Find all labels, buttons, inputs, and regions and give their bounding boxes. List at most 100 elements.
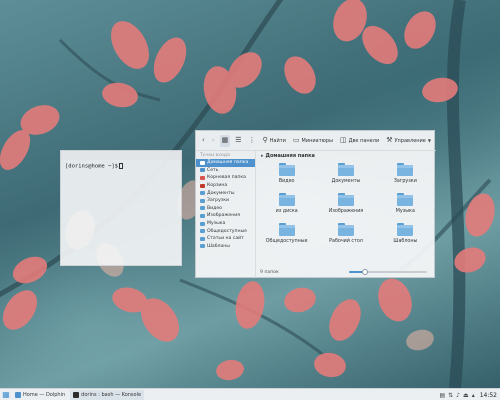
find-label: Найти [269,137,286,144]
folder-icon [200,236,205,241]
sidebar-item-label: Видео [207,205,222,211]
sidebar-item[interactable]: Изображения [196,212,255,220]
sidebar-item-label: Статьи на сайт [207,236,244,242]
tools-icon: ⚒ [386,136,393,144]
clipboard-icon[interactable]: ▤ [439,392,445,399]
folder-icon [200,198,205,203]
folder-item[interactable]: Документы [316,163,375,184]
sidebar-item-label: Изображения [207,213,240,219]
compact-view-button[interactable]: ☰ [233,135,243,147]
chevron-down-icon: ▼ [427,137,431,143]
status-bar: 9 папок [257,266,435,278]
thumbnails-button[interactable]: ▭ Миниатюры [291,135,335,147]
zoom-slider-handle[interactable] [361,269,368,275]
volume-icon[interactable]: ♪ [456,392,460,399]
folder-icon [397,193,414,206]
folder-item[interactable]: Музыка [376,193,435,214]
folder-icon [200,213,205,218]
folder-item[interactable]: Рабочий стол [316,223,375,244]
places-sidebar: Точки входа Домашняя папка Сеть Корневая п… [196,151,256,278]
file-manager-toolbar: ‹ › ▦ ☰ ⋮ ⚲ Найти ▭ Миниатюры ◫ Две панели … [196,131,436,151]
folder-label: Изображения [328,209,364,214]
tree-view-icon: ⋮ [248,136,256,144]
terminal-prompt: [dorins@home ~]$ [65,163,118,170]
sidebar-item[interactable]: Статьи на сайт [196,235,255,243]
folder-icon [200,183,205,188]
folder-icon [200,229,205,234]
folder-icon [278,163,295,176]
sidebar-item-label: Загрузки [207,198,230,204]
folder-icon [200,168,205,173]
task-list: Home — Dolphin dorins : bash — Konsole [12,389,146,400]
details-view-button[interactable]: ⋮ [247,135,258,147]
folder-label: из диска [275,209,298,214]
taskbar-task-label: dorins : bash — Konsole [81,391,142,398]
folder-icon [278,223,295,236]
forward-button[interactable]: › [210,135,217,147]
sidebar-item[interactable]: Музыка [196,220,255,228]
find-button[interactable]: ⚲ Найти [261,135,288,147]
folder-item[interactable]: Шаблоны [376,223,435,244]
split-button[interactable]: ◫ Две панели [338,135,381,147]
taskbar-task[interactable]: dorins : bash — Konsole [70,389,145,400]
breadcrumb[interactable]: ▸ Домашняя папка [257,151,435,161]
taskbar-task[interactable]: Home — Dolphin [12,390,68,400]
network-icon[interactable]: ⇅ [448,392,453,399]
sidebar-item[interactable]: Документы [196,189,255,197]
sidebar-item-label: Документы [207,190,235,196]
folder-item[interactable]: Видео [257,163,316,184]
terminal-window[interactable]: [dorins@home ~]$ [60,150,182,266]
file-manager-window[interactable]: ‹ › ▦ ☰ ⋮ ⚲ Найти ▭ Миниатюры ◫ Две панели … [195,130,436,278]
launcher-icon: ▦ [2,390,10,399]
system-tray: ▤ ⇅ ♪ ⏏ ▴ 14:52 [439,389,497,400]
taskbar: ▦ Home — Dolphin dorins : bash — Konsole … [0,388,500,400]
folder-label: Загрузки [393,179,417,184]
search-icon: ⚲ [262,136,268,144]
places-header: Точки входа [200,153,230,158]
folder-icon [337,163,354,176]
taskbar-task-label: Home — Dolphin [23,391,66,398]
breadcrumb-current[interactable]: Домашняя папка [266,153,315,159]
back-button[interactable]: ‹ [200,135,207,147]
sidebar-item[interactable]: Общедоступные [196,227,255,235]
manage-label: Управление [394,137,426,144]
sidebar-item-label: Сеть [207,167,219,173]
sidebar-item[interactable]: Домашняя папка [196,159,255,167]
folder-item[interactable]: Изображения [316,193,375,214]
folder-icon [278,193,295,206]
sidebar-item[interactable]: Видео [196,205,255,213]
folder-icon [337,193,354,206]
terminal-titlebar[interactable] [61,151,181,160]
manage-menu-button[interactable]: ⚒ Управление ▼ [384,135,433,147]
application-launcher-button[interactable]: ▦ [0,389,12,400]
clock[interactable]: 14:52 [480,392,497,399]
chevron-right-icon: ▸ [261,153,264,159]
sidebar-item[interactable]: Сеть [196,167,255,175]
folder-item[interactable]: из диска [257,193,316,214]
folder-label: Шаблоны [393,239,418,244]
grid-view-icon: ▦ [221,136,229,144]
compact-view-icon: ☰ [235,136,242,144]
app-icon [73,391,80,398]
device-icon[interactable]: ⏏ [463,392,469,399]
folder-icon [200,244,205,249]
zoom-slider[interactable] [349,269,427,275]
icons-view-button[interactable]: ▦ [219,134,231,147]
expand-tray-icon[interactable]: ▴ [472,392,475,399]
folder-icon [200,175,205,180]
folder-label: Музыка [395,209,415,214]
terminal-content[interactable]: [dorins@home ~]$ [61,160,181,173]
folder-label: Рабочий стол [329,239,363,244]
folder-icon [397,163,414,176]
folder-grid: Видео Документы Загрузки из диска Изображени… [257,163,435,244]
sidebar-item[interactable]: Шаблоны [196,243,255,251]
sidebar-item-label: Корзина [207,183,228,189]
folder-item[interactable]: Загрузки [376,163,435,184]
sidebar-item[interactable]: Корневая папка [196,174,255,182]
terminal-cursor [118,163,123,169]
sidebar-item[interactable]: Корзина [196,182,255,190]
folder-item[interactable]: Общедоступные [257,223,316,244]
sidebar-item[interactable]: Загрузки [196,197,255,205]
folder-label: Документы [331,179,361,184]
folder-icon [200,221,205,226]
